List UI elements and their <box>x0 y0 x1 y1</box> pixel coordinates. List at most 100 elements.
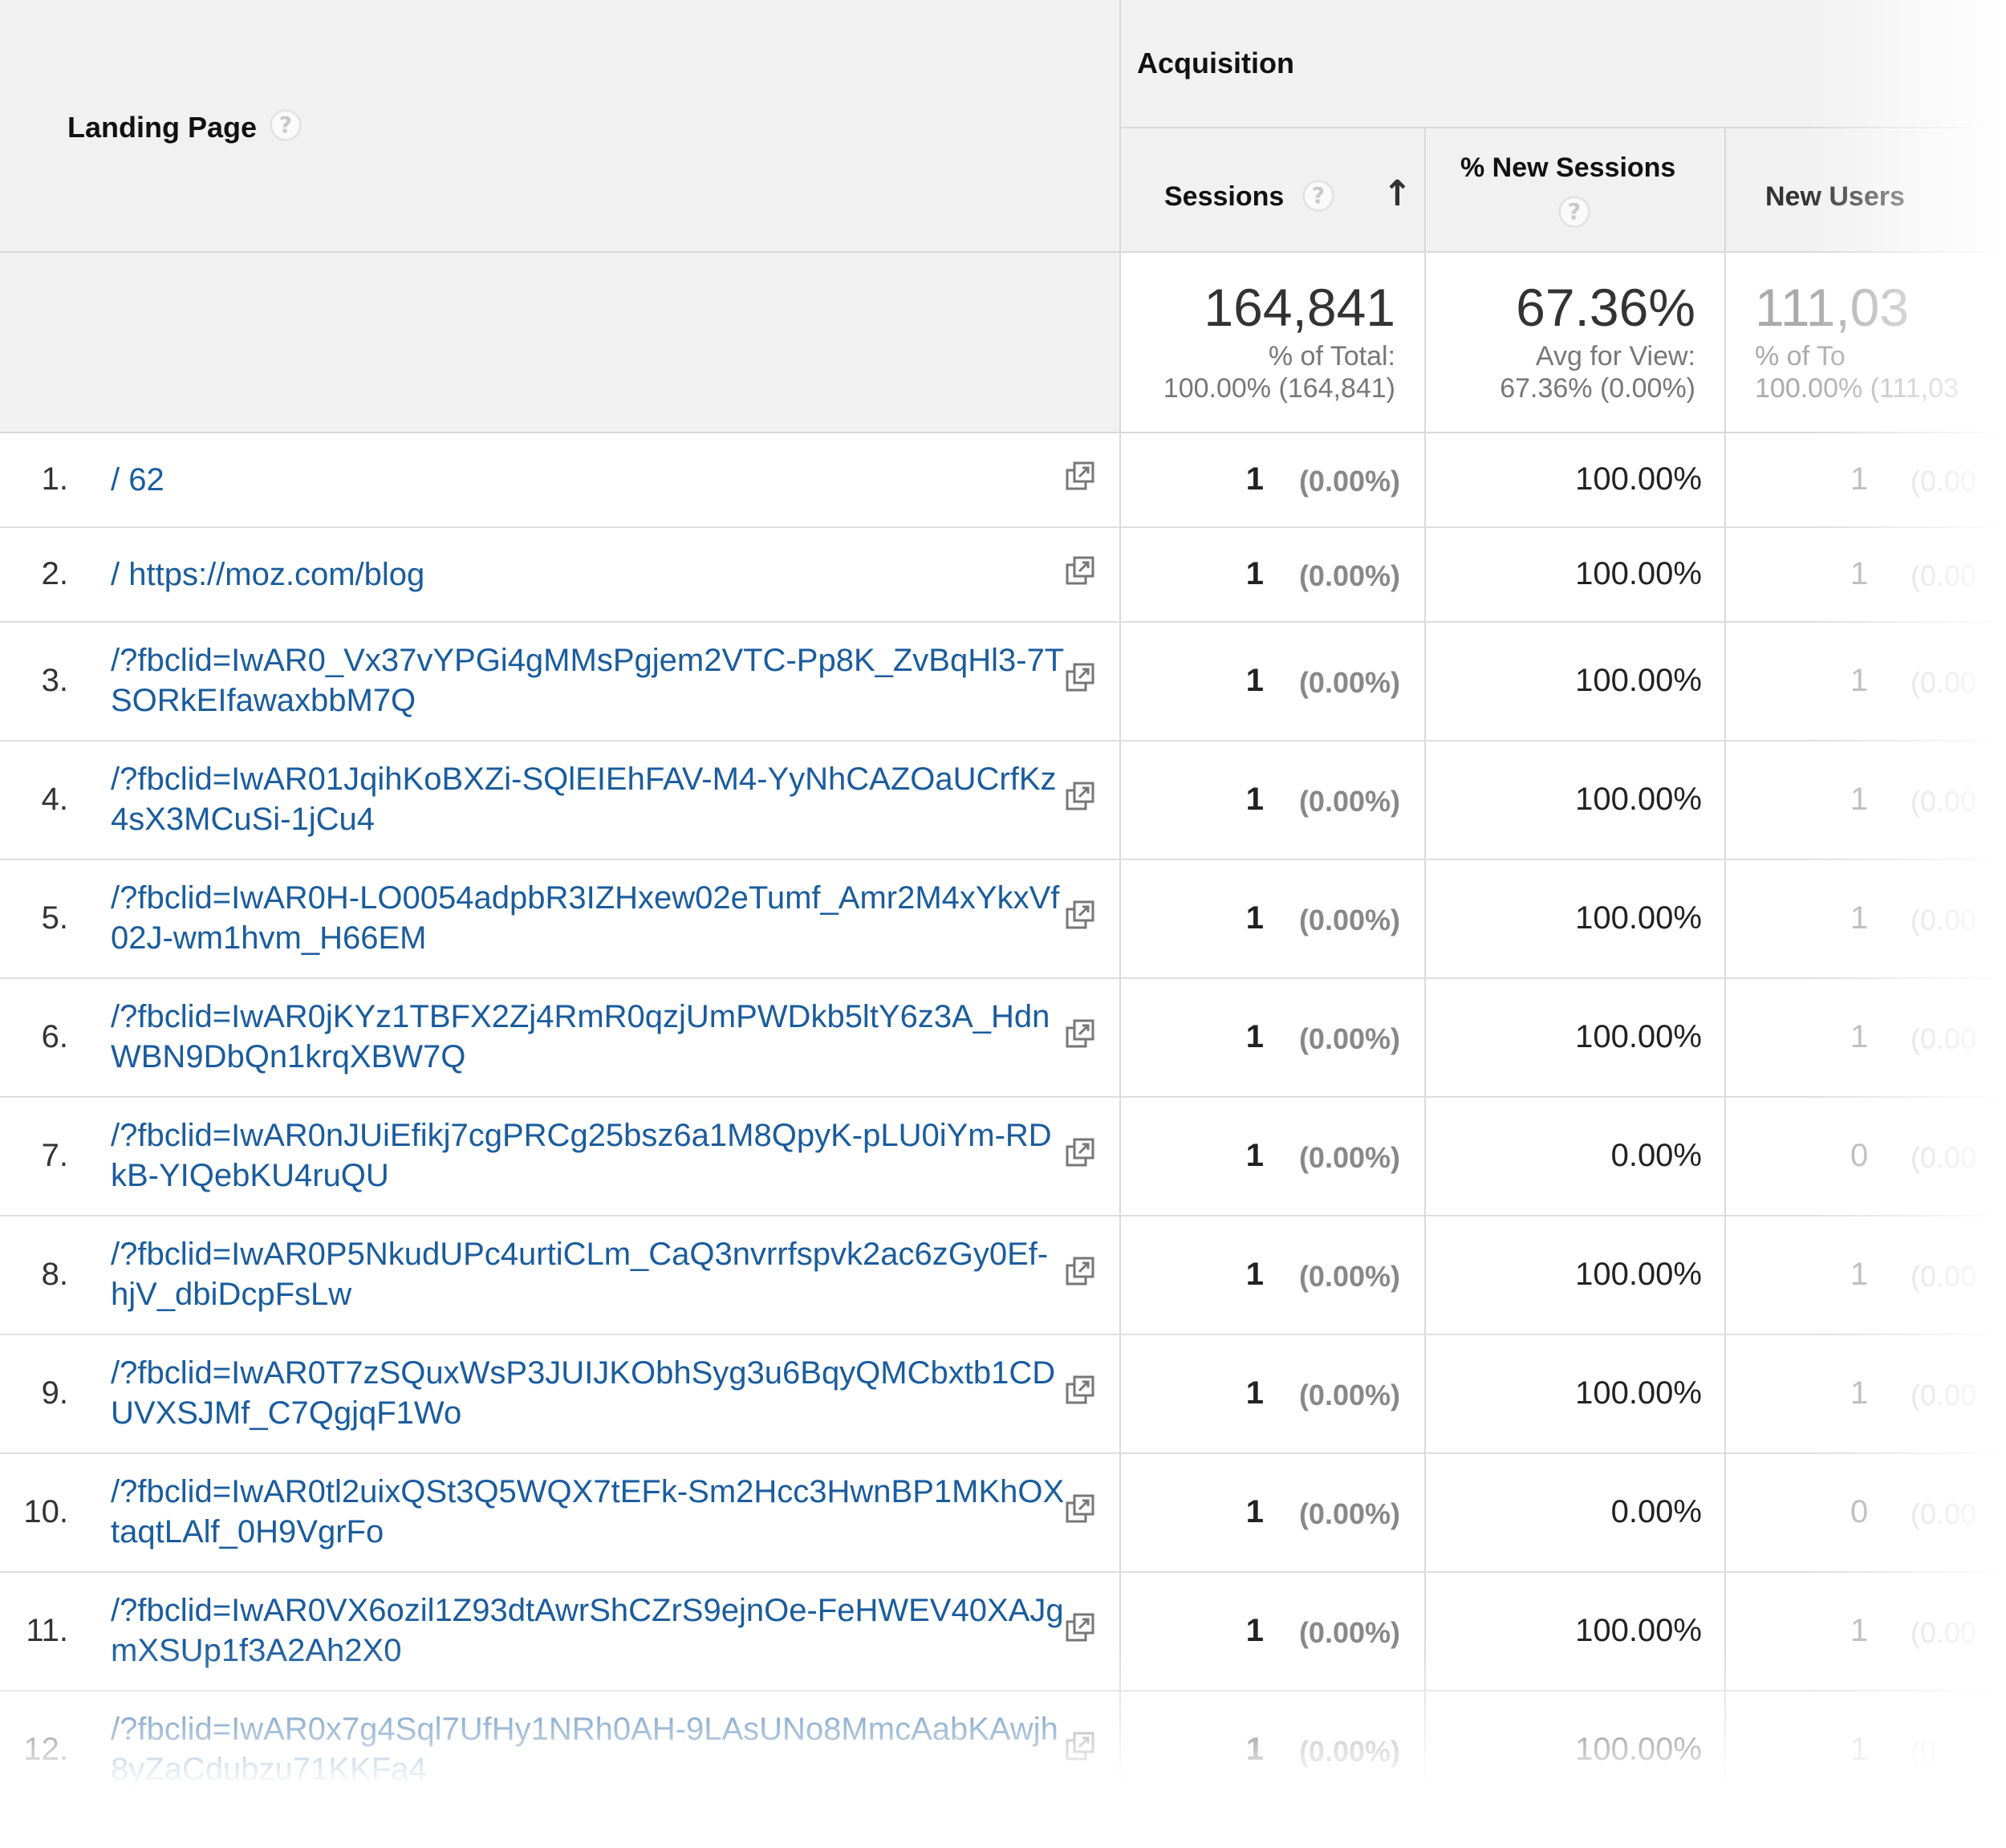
new-users-value: 1 <box>1850 1613 1869 1648</box>
landing-page-column-label[interactable]: Landing Page <box>67 111 257 144</box>
new-sessions-value: 0.00% <box>1610 1138 1702 1173</box>
sessions-help-icon[interactable]: ? <box>1302 180 1334 212</box>
sessions-percent: (0.00%) <box>1298 904 1400 936</box>
new-users-value: 1 <box>1850 1375 1869 1411</box>
new-sessions-total-caption: Avg for View: <box>1535 341 1695 372</box>
row-number: 3. <box>41 663 68 698</box>
landing-page-link[interactable]: /?fbclid=IwAR0jKYz1TBFX2Zj4RmR0qzjUmPWDk… <box>111 997 1066 1077</box>
new-sessions-column-header[interactable]: % New Sessions ? <box>1426 128 1726 251</box>
new-sessions-value: 100.00% <box>1575 1732 1702 1767</box>
sessions-value: 1 <box>1245 461 1264 497</box>
open-in-new-window-icon[interactable] <box>1064 1136 1096 1168</box>
new-users-value: 1 <box>1850 782 1869 817</box>
landing-page-link[interactable]: /?fbclid=IwAR0VX6ozil1Z93dtAwrShCZrS9ejn… <box>111 1590 1066 1671</box>
new-sessions-value: 100.00% <box>1575 663 1702 698</box>
new-users-percent: (0.00 <box>1911 465 1977 498</box>
open-in-new-window-icon[interactable] <box>1064 780 1096 812</box>
new-sessions-help-icon[interactable]: ? <box>1558 196 1590 228</box>
sessions-percent: (0.00%) <box>1298 1497 1400 1530</box>
open-in-new-window-icon[interactable] <box>1064 661 1096 693</box>
open-in-new-window-icon[interactable] <box>1064 1611 1096 1643</box>
new-users-percent: (0.00 <box>1911 1497 1977 1530</box>
landing-page-cell: 4. /?fbclid=IwAR01JqihKoBXZi-SQlEIEhFAV-… <box>0 741 1121 859</box>
sessions-cell: 1 (0.00%) <box>1121 1098 1426 1215</box>
landing-page-cell: 8. /?fbclid=IwAR0P5NkudUPc4urtiCLm_CaQ3n… <box>0 1216 1121 1334</box>
new-users-cell: 1 (0.00 <box>1726 860 2006 977</box>
new-sessions-cell: 100.00% <box>1426 1335 1726 1452</box>
table-row: 10. /?fbclid=IwAR0tl2uixQSt3Q5WQX7tEFk-S… <box>0 1454 2006 1573</box>
new-sessions-column-label[interactable]: % New Sessions <box>1460 152 1675 184</box>
sessions-column-label[interactable]: Sessions <box>1164 181 1284 213</box>
new-users-total-value: 111,03 <box>1755 278 1910 337</box>
new-users-total-detail: 100.00% (111,03 <box>1755 373 1959 404</box>
open-in-new-window-icon[interactable] <box>1064 1255 1096 1287</box>
new-users-value: 0 <box>1850 1494 1869 1529</box>
landing-page-link[interactable]: /?fbclid=IwAR0x7g4Sql7UfHy1NRh0AH-9LAsUN… <box>111 1709 1066 1789</box>
open-in-new-window-icon[interactable] <box>1064 1374 1096 1406</box>
open-in-new-window-icon[interactable] <box>1064 1493 1096 1525</box>
landing-page-help-icon[interactable]: ? <box>270 109 302 141</box>
landing-page-header-cell: Landing Page ? <box>0 0 1121 253</box>
landing-page-link[interactable]: / 62 <box>111 460 1066 500</box>
sessions-cell: 1 (0.00%) <box>1121 741 1426 859</box>
landing-page-cell: 2. / https://moz.com/blog <box>0 528 1121 621</box>
sessions-value: 1 <box>1245 782 1264 817</box>
sort-ascending-icon[interactable]: ↑ <box>1383 173 1412 214</box>
landing-page-link[interactable]: /?fbclid=IwAR0P5NkudUPc4urtiCLm_CaQ3nvrr… <box>111 1234 1066 1314</box>
new-users-value: 0 <box>1850 1138 1869 1173</box>
open-in-new-window-icon[interactable] <box>1064 1730 1096 1762</box>
row-number: 12. <box>23 1732 68 1767</box>
landing-page-link[interactable]: /?fbclid=IwAR0_Vx37vYPGi4gMMsPgjem2VTC-P… <box>111 640 1066 721</box>
sessions-percent: (0.00%) <box>1298 1022 1400 1055</box>
row-number: 2. <box>41 556 68 591</box>
new-users-percent: (0.00 <box>1911 1260 1977 1293</box>
sessions-percent: (0.00%) <box>1298 465 1400 498</box>
row-number: 1. <box>41 461 68 497</box>
sessions-cell: 1 (0.00%) <box>1121 1692 1426 1809</box>
new-sessions-total-value: 67.36% <box>1516 278 1695 337</box>
landing-page-link[interactable]: /?fbclid=IwAR0tl2uixQSt3Q5WQX7tEFk-Sm2Hc… <box>111 1472 1066 1552</box>
acquisition-header: Acquisition Sessions ? ↑ % New Sessions … <box>1121 0 2006 253</box>
row-number: 4. <box>41 782 68 817</box>
open-in-new-window-icon[interactable] <box>1064 1017 1096 1050</box>
table-row: 9. /?fbclid=IwAR0T7zSQuxWsP3JUIJKObhSyg3… <box>0 1335 2006 1454</box>
new-sessions-cell: 100.00% <box>1426 433 1726 526</box>
row-number: 6. <box>41 1019 68 1054</box>
open-in-new-window-icon[interactable] <box>1064 460 1096 492</box>
landing-page-cell: 1. / 62 <box>0 433 1121 526</box>
landing-page-cell: 9. /?fbclid=IwAR0T7zSQuxWsP3JUIJKObhSyg3… <box>0 1335 1121 1452</box>
sessions-value: 1 <box>1245 1732 1264 1767</box>
landing-page-link[interactable]: /?fbclid=IwAR01JqihKoBXZi-SQlEIEhFAV-M4-… <box>111 759 1066 839</box>
landing-page-cell: 10. /?fbclid=IwAR0tl2uixQSt3Q5WQX7tEFk-S… <box>0 1454 1121 1571</box>
sessions-cell: 1 (0.00%) <box>1121 623 1426 740</box>
sessions-cell: 1 (0.00%) <box>1121 433 1426 526</box>
new-users-percent: (0.00 <box>1911 1616 1977 1649</box>
landing-page-link[interactable]: /?fbclid=IwAR0nJUiEfikj7cgPRCg25bsz6a1M8… <box>111 1115 1066 1196</box>
sessions-column-header[interactable]: Sessions ? ↑ <box>1121 128 1426 251</box>
new-sessions-total-cell: 67.36% Avg for View: 67.36% (0.00%) <box>1426 253 1726 433</box>
sessions-value: 1 <box>1245 1138 1264 1173</box>
sessions-percent: (0.00%) <box>1298 785 1400 818</box>
sessions-value: 1 <box>1245 556 1264 591</box>
new-users-column-header[interactable]: New Users <box>1726 128 2006 251</box>
sessions-cell: 1 (0.00%) <box>1121 860 1426 977</box>
new-users-total-caption: % of To <box>1755 341 1846 372</box>
new-sessions-cell: 100.00% <box>1426 741 1726 859</box>
open-in-new-window-icon[interactable] <box>1064 554 1096 587</box>
new-users-column-label[interactable]: New Users <box>1765 181 1905 213</box>
sessions-cell: 1 (0.00%) <box>1121 1216 1426 1334</box>
landing-page-cell: 6. /?fbclid=IwAR0jKYz1TBFX2Zj4RmR0qzjUmP… <box>0 979 1121 1096</box>
table-row: 7. /?fbclid=IwAR0nJUiEfikj7cgPRCg25bsz6a… <box>0 1098 2006 1216</box>
sessions-value: 1 <box>1245 663 1264 698</box>
new-users-cell: 1 (0.00 <box>1726 979 2006 1096</box>
new-sessions-value: 0.00% <box>1610 1494 1702 1529</box>
landing-page-link[interactable]: /?fbclid=IwAR0T7zSQuxWsP3JUIJKObhSyg3u6B… <box>111 1353 1066 1433</box>
new-sessions-cell: 100.00% <box>1426 1573 1726 1690</box>
sessions-total-caption: % of Total: <box>1268 341 1395 372</box>
landing-page-link[interactable]: / https://moz.com/blog <box>111 554 1066 595</box>
new-users-percent: (0.00 <box>1911 666 1977 699</box>
open-in-new-window-icon[interactable] <box>1064 899 1096 931</box>
new-users-cell: 1 (0.00 <box>1726 1573 2006 1690</box>
landing-page-link[interactable]: /?fbclid=IwAR0H-LO0054adpbR3IZHxew02eTum… <box>111 878 1066 958</box>
sessions-value: 1 <box>1245 1375 1264 1411</box>
